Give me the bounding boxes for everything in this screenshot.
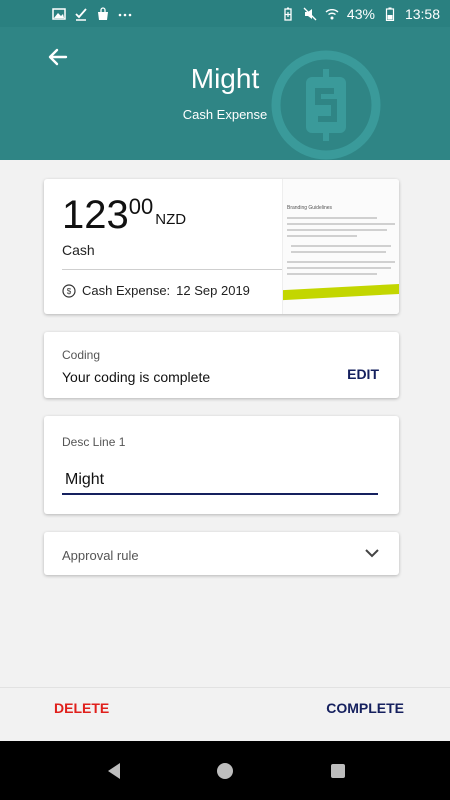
svg-text:$: $ [67,287,72,296]
complete-button[interactable]: COMPLETE [326,700,404,716]
expense-header: Might Cash Expense [0,27,450,160]
page-title: Might [190,63,260,94]
payment-type: Cash [62,242,95,258]
receipt-text-line [287,267,391,269]
page-subtitle: Cash Expense [182,107,268,122]
status-left-icons [52,6,132,21]
system-nav-bar [0,741,450,800]
coding-status: Your coding is complete [62,369,211,385]
nav-home-icon[interactable] [217,763,233,779]
receipt-text-line [287,261,395,263]
receipt-thumbnail[interactable]: Branding Guidelines [282,179,399,314]
amount-card[interactable]: 12300NZD Cash $ Cash Expense: 12 Sep 201… [44,179,399,314]
nav-back-icon[interactable] [106,762,122,780]
edit-coding-button[interactable]: EDIT [347,366,379,382]
receipt-text-line [287,273,377,275]
description-input[interactable] [62,467,378,495]
status-right-icons: 43% 13:58 [281,6,440,22]
divider [62,269,282,270]
receipt-thumbnail-title: Branding Guidelines [287,205,333,211]
expense-type: Cash Expense: [82,283,171,298]
amount-display: 12300NZD [62,193,186,238]
approval-rule-label: Approval rule [62,548,139,563]
approval-rule-dropdown[interactable]: Approval rule [44,532,399,575]
bag-icon [98,6,108,20]
status-bar: 43% 13:58 [0,0,450,27]
nav-recents-icon[interactable] [331,764,345,778]
description-label: Desc Line 1 [62,435,126,449]
amount-currency: NZD [155,211,187,228]
receipt-text-line [291,251,386,253]
expense-line: $ Cash Expense: 12 Sep 2019 [62,283,250,298]
coding-label: Coding [62,348,101,362]
battery-icon [385,7,395,21]
amount-whole: 123 [62,193,129,237]
wifi-icon [325,8,339,19]
battery-saver-icon [284,7,292,21]
receipt-text-line [287,229,387,231]
delete-button[interactable]: DELETE [54,700,109,716]
battery-percent: 43% [346,5,375,22]
receipt-text-line [291,245,391,247]
receipt-accent-stripe [283,283,399,301]
chevron-down-icon [365,549,379,558]
dollar-coin-icon: $ [62,283,76,298]
receipt-text-line [287,235,357,237]
status-time: 13:58 [404,5,440,22]
coding-card: Coding Your coding is complete EDIT [44,332,399,398]
check-icon [75,7,87,21]
more-dots-icon [118,13,132,16]
amount-cents: 00 [128,194,154,219]
action-bar: DELETE COMPLETE [0,687,450,741]
description-card: Desc Line 1 [44,416,399,514]
receipt-text-line [287,223,395,225]
receipt-text-line [287,217,377,219]
mute-icon [303,7,317,20]
expense-date: 12 Sep 2019 [176,283,250,298]
image-icon [52,7,66,20]
